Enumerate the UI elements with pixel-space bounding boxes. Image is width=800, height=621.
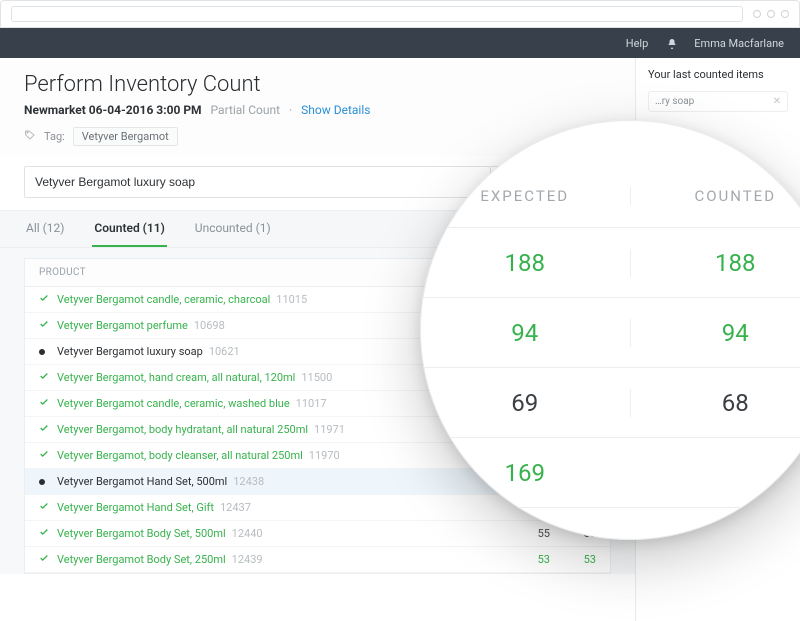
- tag-chip[interactable]: Vetyver Bergamot: [73, 127, 178, 146]
- check-icon: [39, 371, 57, 384]
- mag-row: 9494: [420, 298, 800, 368]
- check-icon: [39, 397, 57, 410]
- close-icon[interactable]: ✕: [773, 96, 781, 107]
- recent-item-label: …ry soap: [655, 96, 694, 107]
- mag-row: 6968: [420, 368, 800, 438]
- tag-label: Tag:: [44, 130, 65, 143]
- expected-cell: 53: [504, 553, 550, 566]
- mag-col-expected: EXPECTED: [420, 187, 630, 205]
- mag-col-counted: COUNTED: [630, 187, 800, 205]
- tab-uncounted[interactable]: Uncounted (1): [193, 211, 273, 247]
- recent-item[interactable]: …ry soap ✕: [648, 91, 788, 112]
- dot-icon: [39, 475, 57, 488]
- mag-counted: 94: [630, 319, 800, 347]
- url-bar[interactable]: [11, 6, 743, 22]
- mag-counted: 188: [630, 249, 800, 277]
- window-dot: [753, 10, 761, 18]
- count-name: Newmarket 06-04-2016 3:00 PM: [24, 103, 202, 117]
- mag-expected: 94: [420, 319, 630, 347]
- check-icon: [39, 501, 57, 514]
- user-menu[interactable]: Emma Macfarlane: [694, 37, 784, 50]
- window-controls: [753, 10, 789, 18]
- browser-chrome: [0, 0, 800, 28]
- table-row[interactable]: Vetyver Bergamot Body Set, 250ml12439535…: [25, 547, 610, 573]
- tab-counted[interactable]: Counted (11): [92, 211, 166, 247]
- sidebar-title: Your last counted items: [648, 68, 788, 81]
- show-details-link[interactable]: Show Details: [301, 103, 370, 117]
- check-icon: [39, 449, 57, 462]
- tab-all[interactable]: All (12): [24, 211, 66, 247]
- check-icon: [39, 423, 57, 436]
- mag-row: 169: [420, 438, 800, 508]
- bell-icon[interactable]: [666, 38, 676, 48]
- mag-row: 188188: [420, 228, 800, 298]
- mag-expected: 169: [420, 459, 630, 487]
- product-cell: Vetyver Bergamot Body Set, 250ml12439: [57, 553, 504, 566]
- mag-expected: 188: [420, 249, 630, 277]
- page-title: Perform Inventory Count: [24, 72, 611, 97]
- magnifier-overlay: EXPECTED COUNTED 18818894946968169: [420, 120, 800, 540]
- check-icon: [39, 553, 57, 566]
- app-bar: Help Emma Macfarlane: [0, 28, 800, 58]
- mag-counted: 68: [630, 389, 800, 417]
- check-icon: [39, 293, 57, 306]
- check-icon: [39, 527, 57, 540]
- dot-icon: [39, 345, 57, 358]
- mag-expected: 69: [420, 389, 630, 417]
- help-link[interactable]: Help: [626, 37, 649, 50]
- count-type: Partial Count: [211, 103, 280, 117]
- check-icon: [39, 319, 57, 332]
- window-dot: [781, 10, 789, 18]
- counted-cell: 53: [550, 553, 596, 566]
- window-dot: [767, 10, 775, 18]
- tag-icon: [24, 129, 36, 144]
- count-subtitle: Newmarket 06-04-2016 3:00 PM Partial Cou…: [24, 103, 611, 117]
